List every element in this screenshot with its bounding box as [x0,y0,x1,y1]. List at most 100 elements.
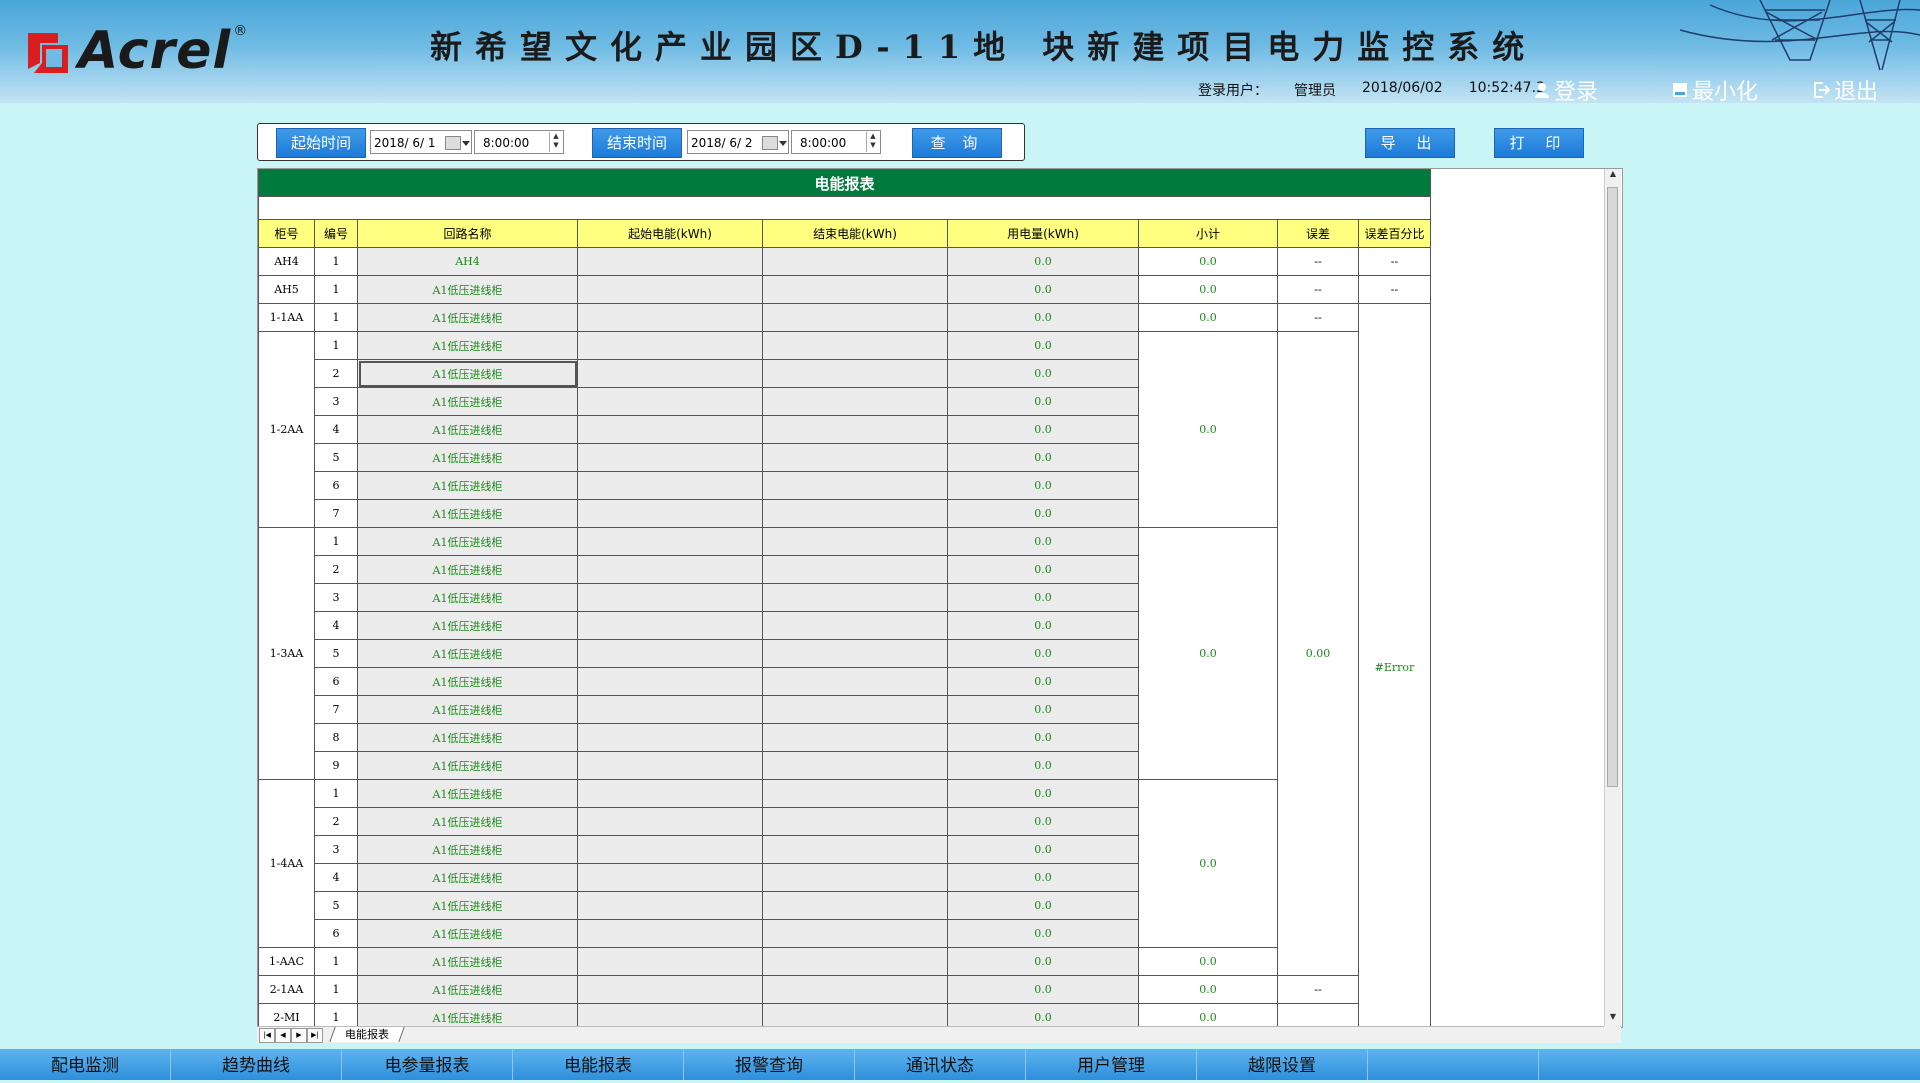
number-cell: 1 [314,275,358,304]
cabinet-cell: 1-4AA [258,779,315,948]
cabinet-cell: 2-MI [258,1003,315,1027]
number-cell: 2 [314,555,358,584]
nav-user-management[interactable]: 用户管理 [1026,1049,1197,1080]
chevron-down-icon [779,141,787,146]
next-sheet-icon[interactable]: ▶ [291,1028,307,1043]
circuit-name-cell: A1低压进线柜 [357,751,578,780]
first-sheet-icon[interactable]: |◀ [259,1028,275,1043]
start-energy-cell [577,639,763,668]
spin-up-icon[interactable]: ▲ [867,132,879,141]
start-date-value: 2018/ 6/ 1 [374,136,436,150]
usage-cell: 0.0 [947,611,1139,640]
circuit-name-cell: A1低压进线柜 [357,975,578,1004]
column-header: 起始电能(kWh) [577,219,763,248]
end-energy-cell [762,975,948,1004]
column-header: 用电量(kWh) [947,219,1139,248]
usage-cell: 0.0 [947,443,1139,472]
usage-cell: 0.0 [947,583,1139,612]
sheet-tab-energy-report[interactable]: 电能报表 [329,1027,405,1042]
nav-empty-1[interactable] [1368,1049,1539,1080]
start-time-spinner[interactable]: ▲ ▼ [549,132,562,152]
prev-sheet-icon[interactable]: ◀ [275,1028,291,1043]
nav-energy-report[interactable]: 电能报表 [513,1049,684,1080]
circuit-name-cell: A1低压进线柜 [357,471,578,500]
end-energy-cell [762,891,948,920]
minimize-icon [1673,83,1687,97]
exit-label: 退出 [1834,80,1879,103]
number-cell: 6 [314,471,358,500]
spin-down-icon[interactable]: ▼ [550,141,562,150]
last-sheet-icon[interactable]: ▶| [307,1028,323,1043]
number-cell: 6 [314,667,358,696]
scroll-down-icon[interactable]: ▼ [1605,1012,1621,1026]
number-cell: 1 [314,527,358,556]
minimize-button[interactable]: 最小化 [1672,74,1758,103]
usage-cell: 0.0 [947,359,1139,388]
print-button[interactable]: 打 印 [1494,128,1584,158]
number-cell: 5 [314,443,358,472]
end-time-label: 结束时间 [592,128,682,158]
end-energy-cell [762,387,948,416]
spin-down-icon[interactable]: ▼ [867,141,879,150]
start-energy-cell [577,751,763,780]
app-header: Acrel ® 新希望文化产业园区D-11地 块新建项目电力监控系统 登录用户：… [0,0,1920,103]
start-energy-cell [577,331,763,360]
end-date-picker[interactable]: 2018/ 6/ 2 [687,130,789,154]
usage-cell: 0.0 [947,527,1139,556]
nav-alarm-query[interactable]: 报警查询 [684,1049,855,1080]
spin-up-icon[interactable]: ▲ [550,132,562,141]
scroll-up-icon[interactable]: ▲ [1605,169,1621,183]
logo-text: Acrel [78,21,232,81]
table-row: 2-MI 1 A1低压进线柜 0.0 0.0 [258,1003,1431,1027]
nav-distribution-monitor[interactable]: 配电监测 [0,1049,171,1080]
calendar-icon [762,136,778,150]
start-energy-cell [577,359,763,388]
exit-button[interactable]: 退出 [1814,74,1878,103]
subtotal-cell: 0.0 [1138,779,1278,948]
calendar-icon [445,136,461,150]
end-time-spinner[interactable]: ▲ ▼ [866,132,879,152]
table-row: 1-AAC 1 A1低压进线柜 0.0 0.0 [258,947,1431,976]
nav-communication-status[interactable]: 通讯状态 [855,1049,1026,1080]
start-energy-cell [577,583,763,612]
start-energy-cell [577,555,763,584]
subtotal-cell: 0.0 [1138,947,1278,976]
subtotal-cell: 0.0 [1138,527,1278,780]
start-time-input[interactable]: 8:00:00 ▲ ▼ [474,130,564,154]
error-cell: -- [1277,275,1359,304]
circuit-name-cell: A1低压进线柜 [357,583,578,612]
number-cell: 8 [314,723,358,752]
nav-parameter-report[interactable]: 电参量报表 [342,1049,513,1080]
table-row: 1-4AA 1 A1低压进线柜 0.0 0.0 [258,779,1431,948]
number-cell: 5 [314,891,358,920]
end-energy-cell [762,639,948,668]
query-button[interactable]: 查 询 [912,128,1002,158]
start-energy-cell [577,415,763,444]
login-button[interactable]: 登录 [1534,74,1598,103]
bottom-navigation: 配电监测 趋势曲线 电参量报表 电能报表 报警查询 通讯状态 用户管理 越限设置 [0,1049,1920,1080]
merged-error-cell: 0.00 [1277,331,1359,976]
circuit-name-cell: A1低压进线柜 [357,443,578,472]
start-energy-cell [577,835,763,864]
start-energy-cell [577,779,763,808]
number-cell: 1 [314,1003,358,1027]
start-date-picker[interactable]: 2018/ 6/ 1 [370,130,472,154]
cabinet-cell: 1-1AA [258,303,315,332]
report-vertical-scrollbar[interactable]: ▲ ▼ [1604,169,1621,1026]
nav-trend-curve[interactable]: 趋势曲线 [171,1049,342,1080]
nav-empty-2[interactable] [1539,1049,1920,1080]
export-button[interactable]: 导 出 [1365,128,1455,158]
nav-limit-settings[interactable]: 越限设置 [1197,1049,1368,1080]
scroll-thumb[interactable] [1607,187,1618,787]
end-energy-cell [762,611,948,640]
number-cell: 1 [314,303,358,332]
report-blank-row [258,196,1431,220]
number-cell: 1 [314,975,358,1004]
user-icon [1535,83,1549,98]
end-energy-cell [762,499,948,528]
blank-cell [258,196,1431,220]
end-time-input[interactable]: 8:00:00 ▲ ▼ [791,130,881,154]
number-cell: 2 [314,807,358,836]
cabinet-cell: AH4 [258,247,315,276]
start-energy-cell [577,471,763,500]
